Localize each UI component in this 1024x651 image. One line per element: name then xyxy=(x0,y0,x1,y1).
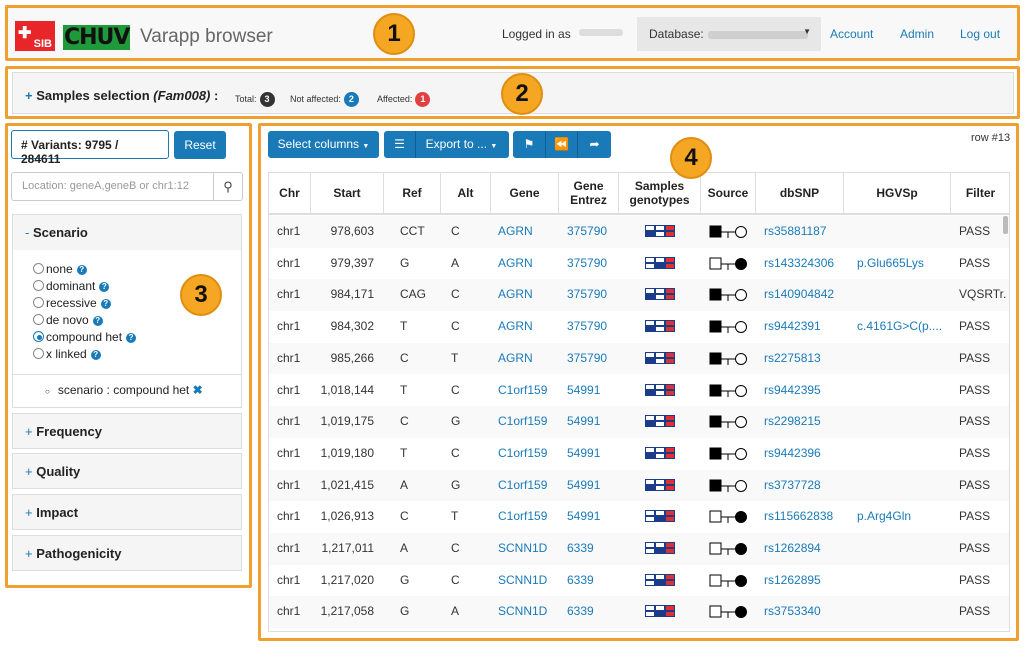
callout-badge-1: 1 xyxy=(373,13,415,55)
callout-frame-1 xyxy=(5,5,1020,61)
callout-frame-3 xyxy=(5,123,252,588)
callout-badge-2: 2 xyxy=(501,73,543,115)
callout-badge-4: 4 xyxy=(670,137,712,179)
callout-badge-3: 3 xyxy=(180,274,222,316)
callout-frame-4 xyxy=(258,123,1019,641)
